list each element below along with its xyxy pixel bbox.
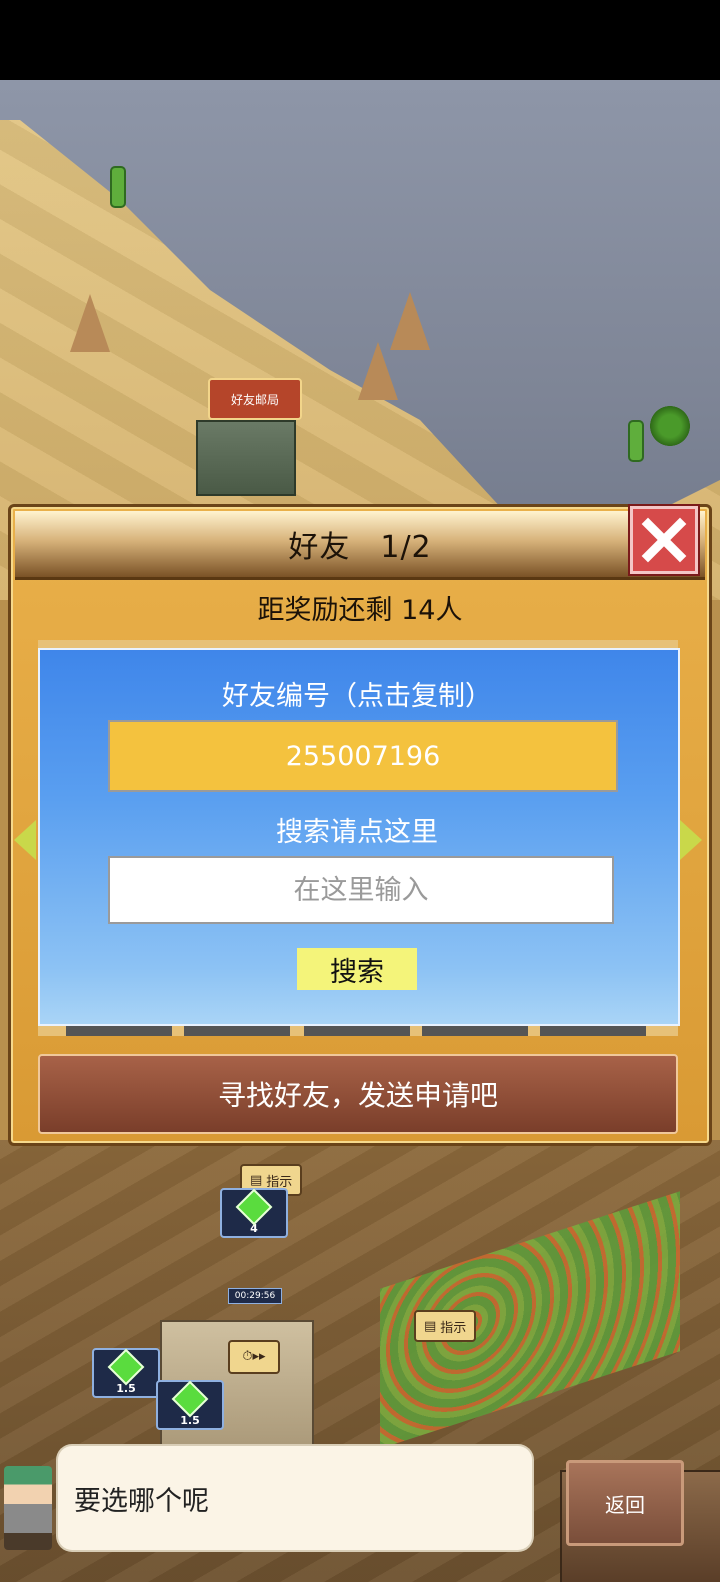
search-label: 搜索请点这里 <box>276 817 438 848</box>
friend-id-label: 好友编号（点击复制） <box>222 681 492 712</box>
book-icon: ▤ <box>250 1172 263 1188</box>
gem-icon <box>107 1348 145 1386</box>
gem-badge[interactable]: 1.5 <box>92 1348 160 1398</box>
rock-spire-icon <box>70 294 110 352</box>
book-icon: ▤ <box>424 1318 437 1334</box>
dialog-title-text: 好友 <box>288 530 351 565</box>
cactus-icon <box>110 166 126 208</box>
fast-forward-button[interactable]: ⏱▸▸ <box>228 1340 280 1374</box>
cactus-icon <box>628 420 644 462</box>
reward-remaining-text: 距奖励还剩 14人 <box>257 595 463 626</box>
rock-spire-icon <box>358 342 398 400</box>
status-bar <box>0 0 720 80</box>
hint-tag-label: 指示 <box>440 1320 467 1336</box>
close-icon <box>641 517 687 563</box>
find-friends-button[interactable]: 寻找好友，发送申请吧 <box>38 1054 678 1134</box>
gem-badge[interactable]: 4 <box>220 1188 288 1238</box>
friend-search-input[interactable] <box>108 856 614 924</box>
gem-icon <box>235 1188 273 1226</box>
gem-icon <box>171 1380 209 1418</box>
dialog-title: 好友 1/2 <box>288 522 431 566</box>
gem-badge[interactable]: 1.5 <box>156 1380 224 1430</box>
close-button[interactable] <box>628 504 700 576</box>
hint-tag[interactable]: ▤ 指示 <box>414 1310 477 1342</box>
advisor-avatar <box>4 1466 52 1550</box>
post-office-building[interactable] <box>196 420 296 496</box>
build-timer: 00:29:56 <box>228 1288 282 1304</box>
next-page-arrow-icon[interactable] <box>680 820 702 860</box>
friend-id-copy-box[interactable]: 255007196 <box>108 720 618 792</box>
dialog-page-indicator: 1/2 <box>380 530 432 565</box>
dialog-header: 好友 1/2 <box>15 511 705 580</box>
post-office-sign[interactable]: 好友邮局 <box>208 378 302 420</box>
back-button[interactable]: 返回 <box>566 1460 684 1546</box>
prev-page-arrow-icon[interactable] <box>14 820 36 860</box>
advisor-speech-bubble: 要选哪个呢 <box>58 1446 532 1550</box>
palm-tree-icon <box>650 406 690 446</box>
hint-tag-label: 指示 <box>266 1174 293 1190</box>
search-button[interactable]: 搜索 <box>297 948 417 990</box>
